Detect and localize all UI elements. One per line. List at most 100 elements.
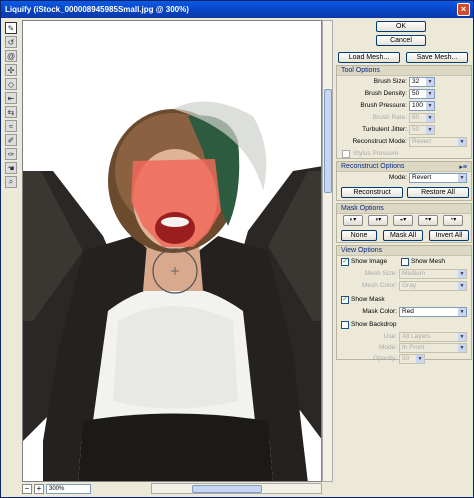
- options-panel: OK Cancel Load Mesh... Save Mesh... Tool…: [336, 20, 472, 490]
- mask-color-label: Mask Color:: [362, 308, 397, 315]
- turbulence-tool-icon[interactable]: ≈: [5, 120, 17, 132]
- window-title: Liquify (iStock_000008945985Small.jpg @ …: [5, 5, 189, 14]
- reconstruct-tool-icon[interactable]: ↺: [5, 36, 17, 48]
- brush-rate-field: 80 ▼: [409, 113, 435, 123]
- mirror-tool-icon[interactable]: ⇆: [5, 106, 17, 118]
- mask-options-title: Mask Options: [337, 204, 471, 214]
- show-backdrop-checkbox[interactable]: [341, 321, 349, 329]
- mask-color-select[interactable]: Red ▼: [399, 307, 467, 317]
- brush-pressure-label: Brush Pressure:: [360, 102, 407, 109]
- stylus-pressure-checkbox[interactable]: [342, 150, 350, 158]
- invert-all-button[interactable]: Invert All: [429, 230, 469, 241]
- show-mask-label: Show Mask: [351, 296, 385, 303]
- chevron-down-icon: ▼: [458, 174, 466, 182]
- brush-size-label: Brush Size:: [373, 78, 407, 85]
- turbulent-jitter-field: 50 ▼: [409, 125, 435, 135]
- mask-none-button[interactable]: None: [341, 230, 377, 241]
- chevron-down-icon: ▼: [458, 333, 466, 341]
- reconstruct-mode-label: Reconstruct Mode:: [352, 138, 407, 145]
- backdrop-mode-select: In Front ▼: [399, 343, 467, 353]
- chevron-down-icon: ▼: [416, 355, 424, 363]
- zoom-tool-icon[interactable]: ⌕: [5, 176, 17, 188]
- horizontal-scroll-thumb[interactable]: [192, 485, 262, 493]
- brush-rate-label: Brush Rate:: [372, 114, 407, 121]
- invert-selection-icon[interactable]: ◔▾: [443, 215, 463, 226]
- photo-image: [23, 21, 321, 481]
- vertical-scrollbar[interactable]: [322, 20, 333, 482]
- reconstruct-button[interactable]: Reconstruct: [341, 187, 403, 198]
- mesh-color-select: Gray ▼: [399, 281, 467, 291]
- chevron-down-icon: ▼: [426, 126, 434, 134]
- bloat-tool-icon[interactable]: ◇: [5, 78, 17, 90]
- brush-size-field[interactable]: 32 ▼: [409, 77, 435, 87]
- use-select: All Layers ▼: [399, 332, 467, 342]
- replace-selection-icon[interactable]: ◐▾: [343, 215, 363, 226]
- tool-column: ✎ ↺ @ ✣ ◇ ⇤ ⇆ ≈ ✐ ✑ ☚ ⌕: [4, 21, 19, 188]
- stylus-pressure-label: Stylus Pressure: [353, 150, 399, 157]
- freeze-mask-tool-icon[interactable]: ✐: [5, 134, 17, 146]
- reconstruct-mode-label2: Mode:: [388, 174, 407, 181]
- ok-button[interactable]: OK: [376, 21, 426, 32]
- use-label: Use:: [383, 333, 397, 340]
- chevron-down-icon: ▼: [426, 90, 434, 98]
- add-to-selection-icon[interactable]: ◑▾: [368, 215, 388, 226]
- reconstruct-options-title: Reconstruct Options ▸≡: [337, 162, 471, 172]
- mask-all-button[interactable]: Mask All: [383, 230, 423, 241]
- chevron-down-icon: ▼: [458, 282, 466, 290]
- view-options-group: View Options ✓ Show Image Show Mesh Mesh…: [336, 245, 472, 364]
- vertical-scroll-thumb[interactable]: [324, 89, 332, 193]
- push-left-tool-icon[interactable]: ⇤: [5, 92, 17, 104]
- show-mask-checkbox[interactable]: ✓: [341, 296, 349, 304]
- save-mesh-button[interactable]: Save Mesh...: [406, 52, 468, 63]
- chevron-down-icon: ▼: [458, 308, 466, 316]
- zoom-in-button[interactable]: +: [34, 483, 44, 494]
- pucker-tool-icon[interactable]: ✣: [5, 64, 17, 76]
- chevron-down-icon: ▼: [458, 270, 466, 278]
- mesh-color-label: Mesh Color:: [361, 282, 397, 289]
- show-image-label: Show Image: [351, 258, 388, 265]
- mesh-size-select: Medium ▼: [399, 269, 467, 279]
- show-mesh-checkbox[interactable]: [401, 258, 409, 266]
- opacity-field: 50 ▼: [399, 354, 425, 364]
- mesh-size-label: Mesh Size:: [364, 270, 397, 277]
- backdrop-mode-label: Mode:: [378, 344, 397, 351]
- reconstruct-options-group: Reconstruct Options ▸≡ Mode: Revert ▼ Reco…: [336, 161, 472, 201]
- tool-options-group: Tool Options Brush Size: 32 ▼ Brush Densi…: [336, 65, 472, 159]
- tool-options-title: Tool Options: [337, 66, 471, 76]
- show-mesh-label: Show Mesh: [411, 258, 445, 265]
- chevron-down-icon: ▼: [458, 344, 466, 352]
- liquify-window: Liquify (iStock_000008945985Small.jpg @ …: [0, 0, 474, 498]
- view-options-title: View Options: [337, 246, 471, 256]
- preview-canvas[interactable]: [22, 20, 322, 482]
- horizontal-scrollbar[interactable]: [151, 483, 322, 494]
- opacity-label: Opacity:: [373, 355, 397, 362]
- zoom-bar: − + 300%: [22, 483, 150, 494]
- reconstruct-mode-select: Revert ▼: [409, 137, 467, 147]
- turbulent-jitter-label: Turbulent Jitter:: [362, 126, 407, 133]
- title-bar: Liquify (iStock_000008945985Small.jpg @ …: [1, 1, 473, 18]
- chevron-down-icon: ▼: [426, 114, 434, 122]
- cancel-button[interactable]: Cancel: [376, 35, 426, 46]
- brush-density-field[interactable]: 50 ▼: [409, 89, 435, 99]
- chevron-down-icon: ▼: [426, 102, 434, 110]
- panel-menu-icon: ▸≡: [459, 164, 467, 171]
- brush-pressure-field[interactable]: 100 ▼: [409, 101, 435, 111]
- subtract-from-selection-icon[interactable]: ◒▾: [393, 215, 413, 226]
- zoom-level-select[interactable]: 300%: [46, 483, 91, 494]
- reconstruct-mode-dropdown[interactable]: Revert ▼: [409, 173, 467, 183]
- close-window-button[interactable]: ×: [457, 3, 470, 16]
- show-image-checkbox[interactable]: ✓: [341, 258, 349, 266]
- restore-all-button[interactable]: Restore All: [407, 187, 469, 198]
- load-mesh-button[interactable]: Load Mesh...: [338, 52, 400, 63]
- chevron-down-icon: ▼: [458, 138, 466, 146]
- twirl-tool-icon[interactable]: @: [5, 50, 17, 62]
- chevron-down-icon: ▼: [426, 78, 434, 86]
- zoom-out-button[interactable]: −: [22, 483, 32, 494]
- show-backdrop-label: Show Backdrop: [351, 321, 397, 328]
- intersect-with-selection-icon[interactable]: ◓▾: [418, 215, 438, 226]
- thaw-mask-tool-icon[interactable]: ✑: [5, 148, 17, 160]
- brush-density-label: Brush Density:: [364, 90, 407, 97]
- hand-tool-icon[interactable]: ☚: [5, 162, 17, 174]
- mask-options-group: Mask Options ◐▾ ◑▾ ◒▾ ◓▾ ◔▾ None Mask Al…: [336, 203, 472, 243]
- forward-warp-tool-icon[interactable]: ✎: [5, 22, 17, 34]
